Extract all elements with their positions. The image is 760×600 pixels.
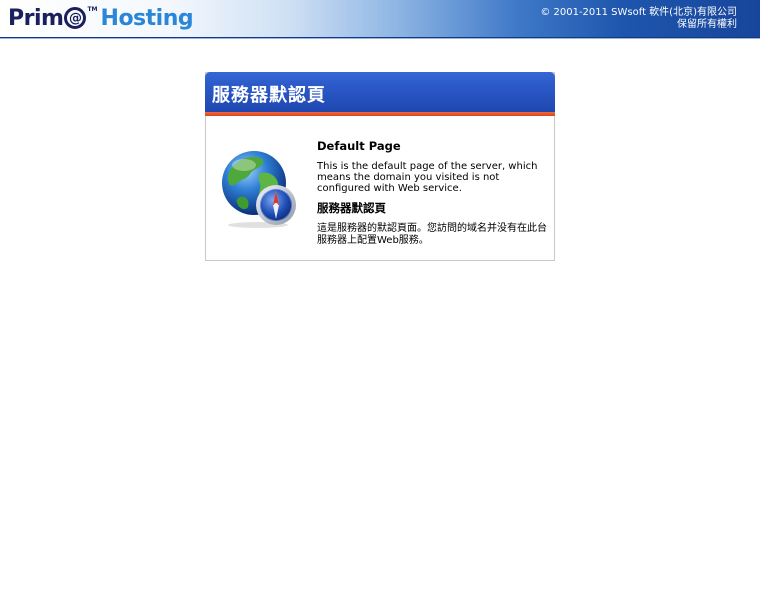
card-content: Default Page This is the default page of… <box>317 139 549 247</box>
logo-at-symbol: @ <box>64 7 87 29</box>
copyright-line-2: 保留所有權利 <box>677 19 737 30</box>
heading-english: Default Page <box>317 139 401 153</box>
top-banner: Prim @ TM Hosting © 2001-2011 SWsoft 軟件(… <box>0 0 760 39</box>
description-chinese: 這是服務器的默認頁面。您訪問的域名并没有在此台服務器上配置Web服務。 <box>317 223 547 246</box>
prima-hosting-logo[interactable]: Prim @ TM Hosting <box>8 3 194 33</box>
default-page-card: 服務器默認頁 Default Page This is the default … <box>205 72 555 261</box>
card-header-divider <box>205 112 555 116</box>
logo-trademark: TM <box>87 6 98 13</box>
globe-compass-icon <box>222 151 296 228</box>
heading-chinese: 服務器默認頁 <box>317 201 386 215</box>
copyright-notice: © 2001-2011 SWsoft 軟件(北京)有限公司 保留所有權利 <box>540 7 737 31</box>
description-english: This is the default page of the server, … <box>317 161 538 194</box>
copyright-line-1: © 2001-2011 SWsoft 軟件(北京)有限公司 <box>540 7 737 18</box>
logo-prim-text: Prim <box>8 5 64 31</box>
card-header: 服務器默認頁 <box>205 72 555 112</box>
card-header-title: 服務器默認頁 <box>212 85 326 106</box>
logo-hosting-text: Hosting <box>100 5 194 31</box>
